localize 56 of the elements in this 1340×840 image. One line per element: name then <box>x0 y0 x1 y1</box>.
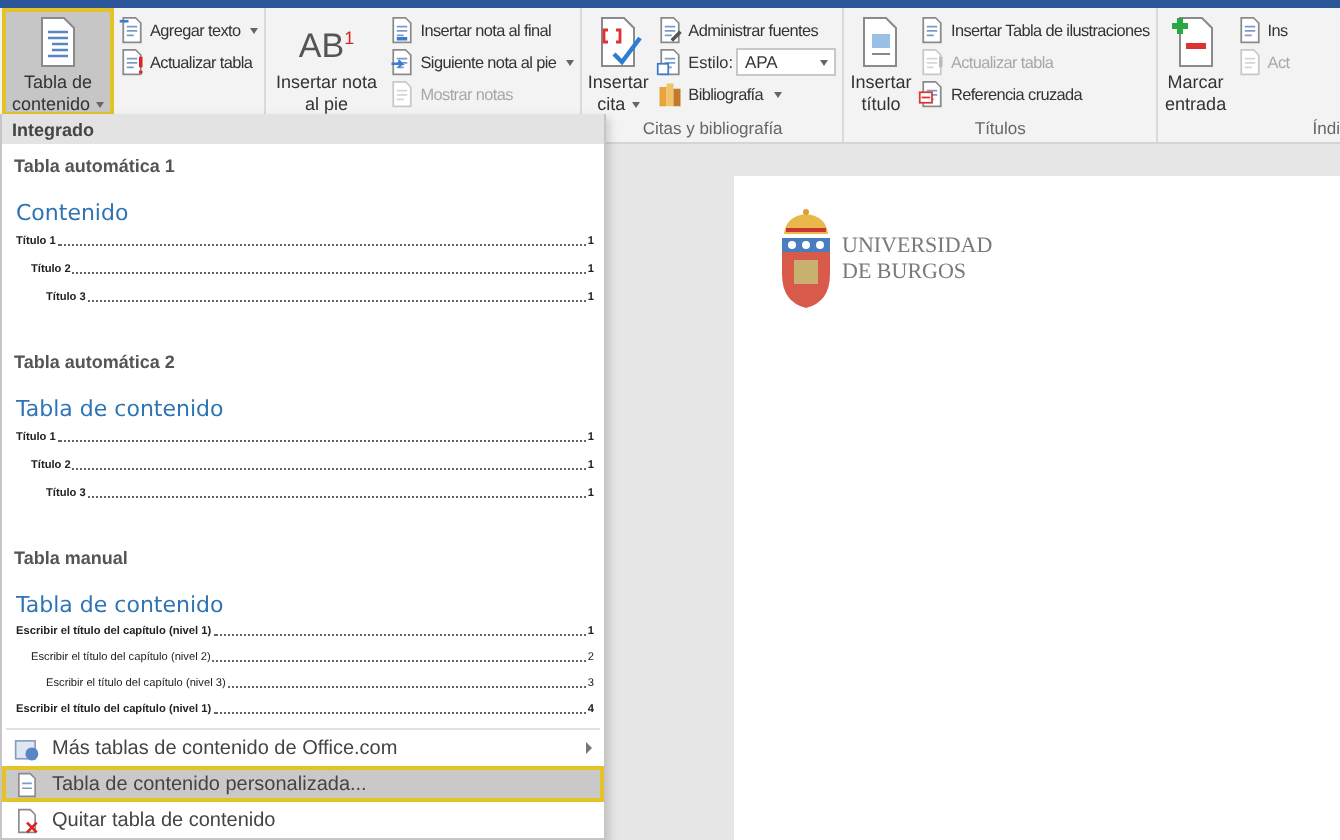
university-crest-drawing <box>778 206 834 310</box>
style-label: Estilo: <box>688 53 733 71</box>
caret-icon <box>820 59 829 65</box>
large-ribbon-button[interactable]: Insertar cita <box>584 8 653 116</box>
group-label: Citas y bibliografía <box>642 118 783 138</box>
endnote-icon <box>388 16 417 44</box>
table-of-figures-icon <box>918 16 947 44</box>
large-ribbon-button[interactable]: AB$^{1}$ Insertar nota al pie <box>268 8 385 116</box>
menu-section-header: Integrado <box>12 119 95 139</box>
menu-item[interactable]: Quitar tabla de contenido <box>2 802 604 838</box>
caret-icon <box>631 102 640 109</box>
add-text-icon <box>118 16 146 44</box>
menu-item[interactable]: Tabla de contenido personalizada... <box>2 766 604 802</box>
ribbon-button[interactable]: Bibliografía <box>652 78 841 110</box>
footnote-icon: AB$^{1}$ <box>298 11 355 73</box>
gallery-item-title: Tabla manual <box>14 548 128 568</box>
group-label: Índi <box>1312 118 1340 138</box>
update-table-icon <box>118 48 146 76</box>
caret-icon <box>96 102 105 109</box>
ribbon-button[interactable]: Insertar nota al final <box>384 14 579 46</box>
style-icon <box>656 48 685 76</box>
style-dropdown[interactable]: APA <box>736 48 837 76</box>
caret-icon <box>566 59 575 65</box>
ribbon-button[interactable]: Ins <box>1231 14 1294 46</box>
group-label: Títulos <box>974 118 1026 138</box>
ribbon-button[interactable]: Actualizar tabla <box>114 46 263 78</box>
document-icon <box>14 771 40 797</box>
large-ribbon-button[interactable]: Marcar entrada <box>1159 8 1232 116</box>
insert-index-icon <box>1235 16 1264 44</box>
university-name: UNIVERSIDAD <box>842 234 993 260</box>
show-notes-icon <box>388 80 417 108</box>
next-footnote-icon <box>388 48 417 76</box>
university-name: DE BURGOS <box>842 260 969 286</box>
menu-item[interactable]: Más tablas de contenido de Office.com <box>2 730 604 766</box>
caret-icon <box>773 91 782 97</box>
toc-heading[interactable]: Tabla de contenido <box>16 592 224 618</box>
gallery-item-title: Tabla automática 1 <box>14 156 175 176</box>
ribbon-button[interactable]: Agregar texto <box>114 14 263 46</box>
caret-icon <box>250 27 259 33</box>
manage-sources-icon <box>656 16 685 44</box>
ribbon-button[interactable]: Referencia cruzada <box>914 78 1154 110</box>
remove-document-icon <box>14 807 40 833</box>
toc-heading[interactable]: Tabla de contenido <box>16 396 224 422</box>
web-document-icon <box>14 735 40 761</box>
ribbon-button[interactable]: Administrar fuentes <box>652 14 841 46</box>
cross-reference-icon <box>918 80 947 108</box>
ribbon-button[interactable]: Siguiente nota al pie <box>384 46 579 78</box>
books-icon <box>656 80 685 108</box>
large-ribbon-button[interactable]: Tabla de contenido <box>2 8 114 116</box>
gallery-item-title: Tabla automática 2 <box>14 352 175 372</box>
large-ribbon-button[interactable]: Insertar título <box>846 8 915 116</box>
ribbon-button[interactable]: Insertar Tabla de ilustraciones <box>914 14 1154 46</box>
submenu-arrow-icon <box>586 742 592 754</box>
toc-heading[interactable]: Contenido <box>16 200 129 226</box>
update-table-icon <box>918 48 947 76</box>
update-index-icon <box>1235 48 1264 76</box>
